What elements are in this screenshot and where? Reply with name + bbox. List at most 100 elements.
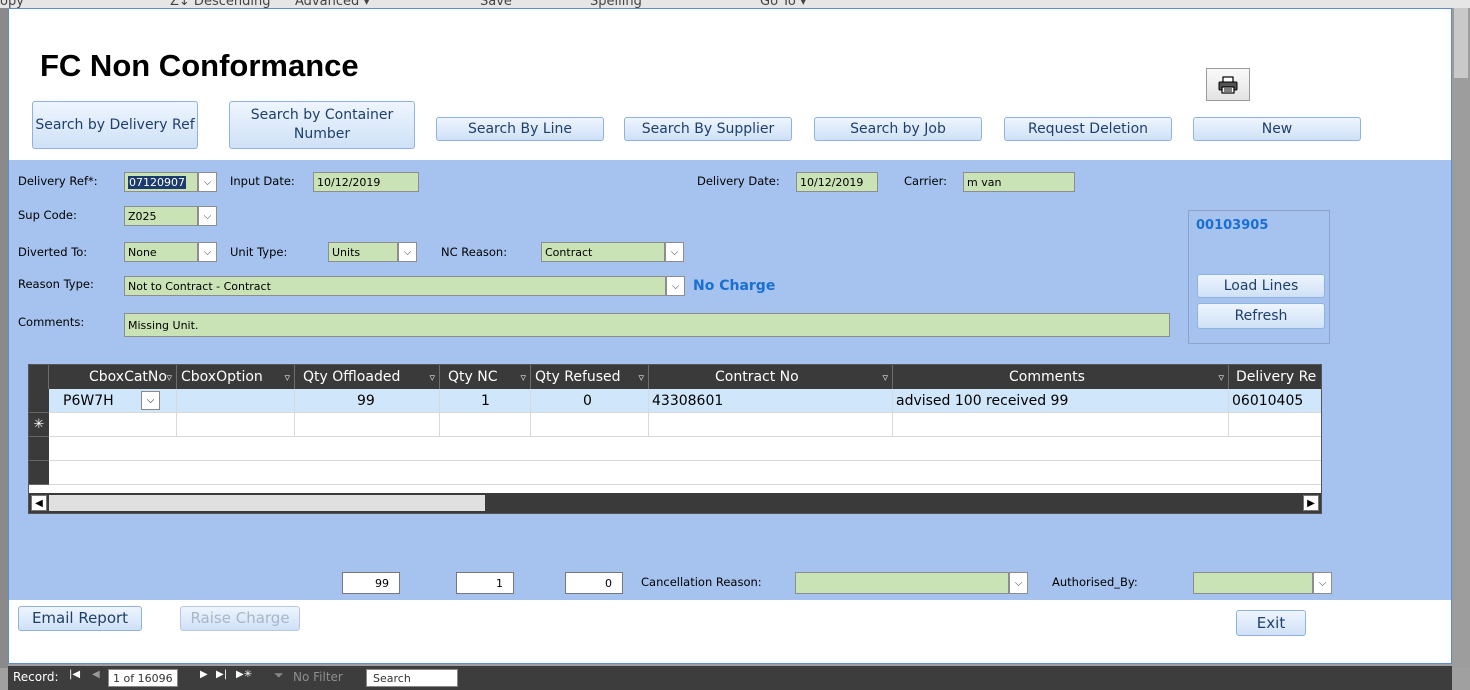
column-header-label: Delivery Re: [1236, 369, 1317, 385]
filter-arrow-icon[interactable]: ▿: [1218, 371, 1224, 384]
last-record-icon[interactable]: ▶|: [216, 669, 227, 680]
chevron-down-icon: ⌵: [670, 246, 679, 258]
chevron-down-icon: ⌵: [1318, 577, 1327, 589]
column-header-qty-offloaded[interactable]: Qty Offloaded ▿: [295, 365, 440, 389]
new-row-cell[interactable]: [295, 413, 440, 437]
table-row-qty-offloaded[interactable]: 99: [295, 389, 440, 413]
empty-row: [49, 461, 1321, 485]
filter-arrow-icon[interactable]: ▿: [429, 371, 435, 384]
new-row-cell[interactable]: [177, 413, 295, 437]
comments-field[interactable]: Missing Unit.: [124, 313, 1170, 337]
new-row-cell[interactable]: [440, 413, 531, 437]
search-by-job-button[interactable]: Search by Job: [814, 117, 982, 141]
first-record-icon[interactable]: |◀: [69, 669, 80, 680]
chevron-down-icon: ⌵: [203, 176, 212, 188]
input-date-field[interactable]: 10/12/2019: [313, 172, 419, 192]
select-all-corner[interactable]: [29, 365, 49, 389]
current-record-input[interactable]: 1 of 16096: [108, 669, 178, 687]
search-by-delivery-ref-button[interactable]: Search by Delivery Ref: [32, 101, 198, 149]
cat-value: P6W7H: [63, 392, 114, 409]
refresh-button[interactable]: Refresh: [1197, 303, 1325, 329]
request-deletion-button[interactable]: Request Deletion: [1004, 117, 1172, 141]
search-by-line-button[interactable]: Search By Line: [436, 117, 604, 141]
new-row-marker[interactable]: ✳: [29, 413, 49, 437]
diverted-to-dropdown[interactable]: ⌵: [198, 242, 217, 262]
authorised-by-dropdown[interactable]: ⌵: [1313, 572, 1332, 594]
new-row-cell[interactable]: [649, 413, 893, 437]
scroll-left-icon[interactable]: ◀: [31, 495, 47, 511]
filter-status[interactable]: No Filter: [293, 670, 343, 684]
search-input[interactable]: Search: [366, 669, 458, 687]
scroll-thumb[interactable]: [49, 495, 485, 511]
column-header-cboxoption[interactable]: CboxOption ▿: [177, 365, 295, 389]
row-selector[interactable]: [29, 389, 49, 413]
column-header-label: Qty NC: [448, 369, 498, 385]
column-header-cboxcatno[interactable]: CboxCatNo ▿: [49, 365, 177, 389]
column-header-label: Comments: [1009, 369, 1085, 385]
email-report-button[interactable]: Email Report: [18, 606, 142, 631]
new-row-cell[interactable]: [49, 413, 177, 437]
filter-arrow-icon[interactable]: ▿: [638, 371, 644, 384]
column-header-label: Qty Refused: [535, 369, 621, 385]
carrier-field[interactable]: m van: [963, 172, 1075, 192]
charge-status: No Charge: [693, 278, 776, 294]
column-header-qty-refused[interactable]: Qty Refused ▿: [531, 365, 649, 389]
search-by-container-button[interactable]: Search by Container Number: [229, 101, 415, 149]
unit-type-field[interactable]: Units: [328, 242, 398, 262]
background-scrollbar[interactable]: [1454, 8, 1468, 78]
scroll-right-icon[interactable]: ▶: [1303, 495, 1319, 511]
delivery-ref-field[interactable]: 07120907: [124, 172, 198, 192]
new-record-icon[interactable]: ▶✳: [236, 669, 252, 680]
table-row-contract-no[interactable]: 43308601: [649, 389, 893, 413]
new-record-button[interactable]: New: [1193, 117, 1361, 141]
cancellation-reason-label: Cancellation Reason:: [641, 575, 762, 589]
ribbon-advanced: Advanced ▾: [295, 0, 370, 8]
filter-arrow-icon[interactable]: ▿: [166, 371, 172, 384]
cancellation-reason-dropdown[interactable]: ⌵: [1009, 572, 1028, 594]
sup-code-field[interactable]: Z025: [124, 206, 198, 226]
carrier-label: Carrier:: [904, 174, 948, 188]
filter-arrow-icon[interactable]: ▿: [520, 371, 526, 384]
column-header-delivery-ref[interactable]: Delivery Re: [1229, 365, 1321, 389]
unit-type-dropdown[interactable]: ⌵: [398, 242, 417, 262]
table-row-delivery-ref[interactable]: 06010405: [1229, 389, 1321, 413]
filter-arrow-icon[interactable]: ▿: [284, 371, 290, 384]
previous-record-icon[interactable]: ◀: [92, 669, 100, 680]
table-row-qty-refused[interactable]: 0: [531, 389, 649, 413]
column-header-label: Qty Offloaded: [303, 369, 401, 385]
search-by-supplier-button[interactable]: Search By Supplier: [624, 117, 792, 141]
table-row-comments[interactable]: advised 100 received 99: [893, 389, 1229, 413]
next-record-icon[interactable]: ▶: [200, 669, 208, 680]
total-offloaded: 99: [342, 572, 400, 594]
filter-arrow-icon[interactable]: ▿: [882, 371, 888, 384]
horizontal-scrollbar[interactable]: ◀ ▶: [29, 493, 1321, 513]
new-row-cell[interactable]: [893, 413, 1229, 437]
authorised-by-field[interactable]: [1193, 572, 1313, 594]
nc-reason-field[interactable]: Contract: [541, 242, 665, 262]
diverted-to-field[interactable]: None: [124, 242, 198, 262]
delivery-ref-dropdown[interactable]: ⌵: [198, 172, 217, 192]
print-button[interactable]: [1206, 68, 1250, 101]
column-header-contract-no[interactable]: Contract No ▿: [649, 365, 893, 389]
table-row-cat[interactable]: P6W7H ⌵: [49, 389, 177, 413]
cancellation-reason-field[interactable]: [795, 572, 1009, 594]
column-header-comments[interactable]: Comments ▿: [893, 365, 1229, 389]
row-selector: [29, 437, 49, 461]
chevron-down-icon[interactable]: ⌵: [141, 391, 160, 410]
chevron-down-icon: ⌵: [1014, 577, 1023, 589]
new-row-cell[interactable]: [531, 413, 649, 437]
lines-datasheet: CboxCatNo ▿ CboxOption ▿ Qty Offloaded ▿ Qt…: [28, 364, 1322, 514]
table-row-option[interactable]: [177, 389, 295, 413]
table-row-qty-nc[interactable]: 1: [440, 389, 531, 413]
reason-type-dropdown[interactable]: ⌵: [666, 276, 685, 296]
new-row-cell[interactable]: [1229, 413, 1321, 437]
column-header-qty-nc[interactable]: Qty NC ▿: [440, 365, 531, 389]
exit-button[interactable]: Exit: [1236, 610, 1306, 636]
delivery-ref-value: 07120907: [128, 175, 186, 189]
sup-code-dropdown[interactable]: ⌵: [198, 206, 217, 226]
nc-reason-dropdown[interactable]: ⌵: [665, 242, 684, 262]
load-lines-button[interactable]: Load Lines: [1197, 274, 1325, 298]
raise-charge-button[interactable]: Raise Charge: [180, 606, 300, 631]
delivery-date-field[interactable]: 10/12/2019: [796, 172, 878, 192]
reason-type-field[interactable]: Not to Contract - Contract: [124, 276, 666, 296]
